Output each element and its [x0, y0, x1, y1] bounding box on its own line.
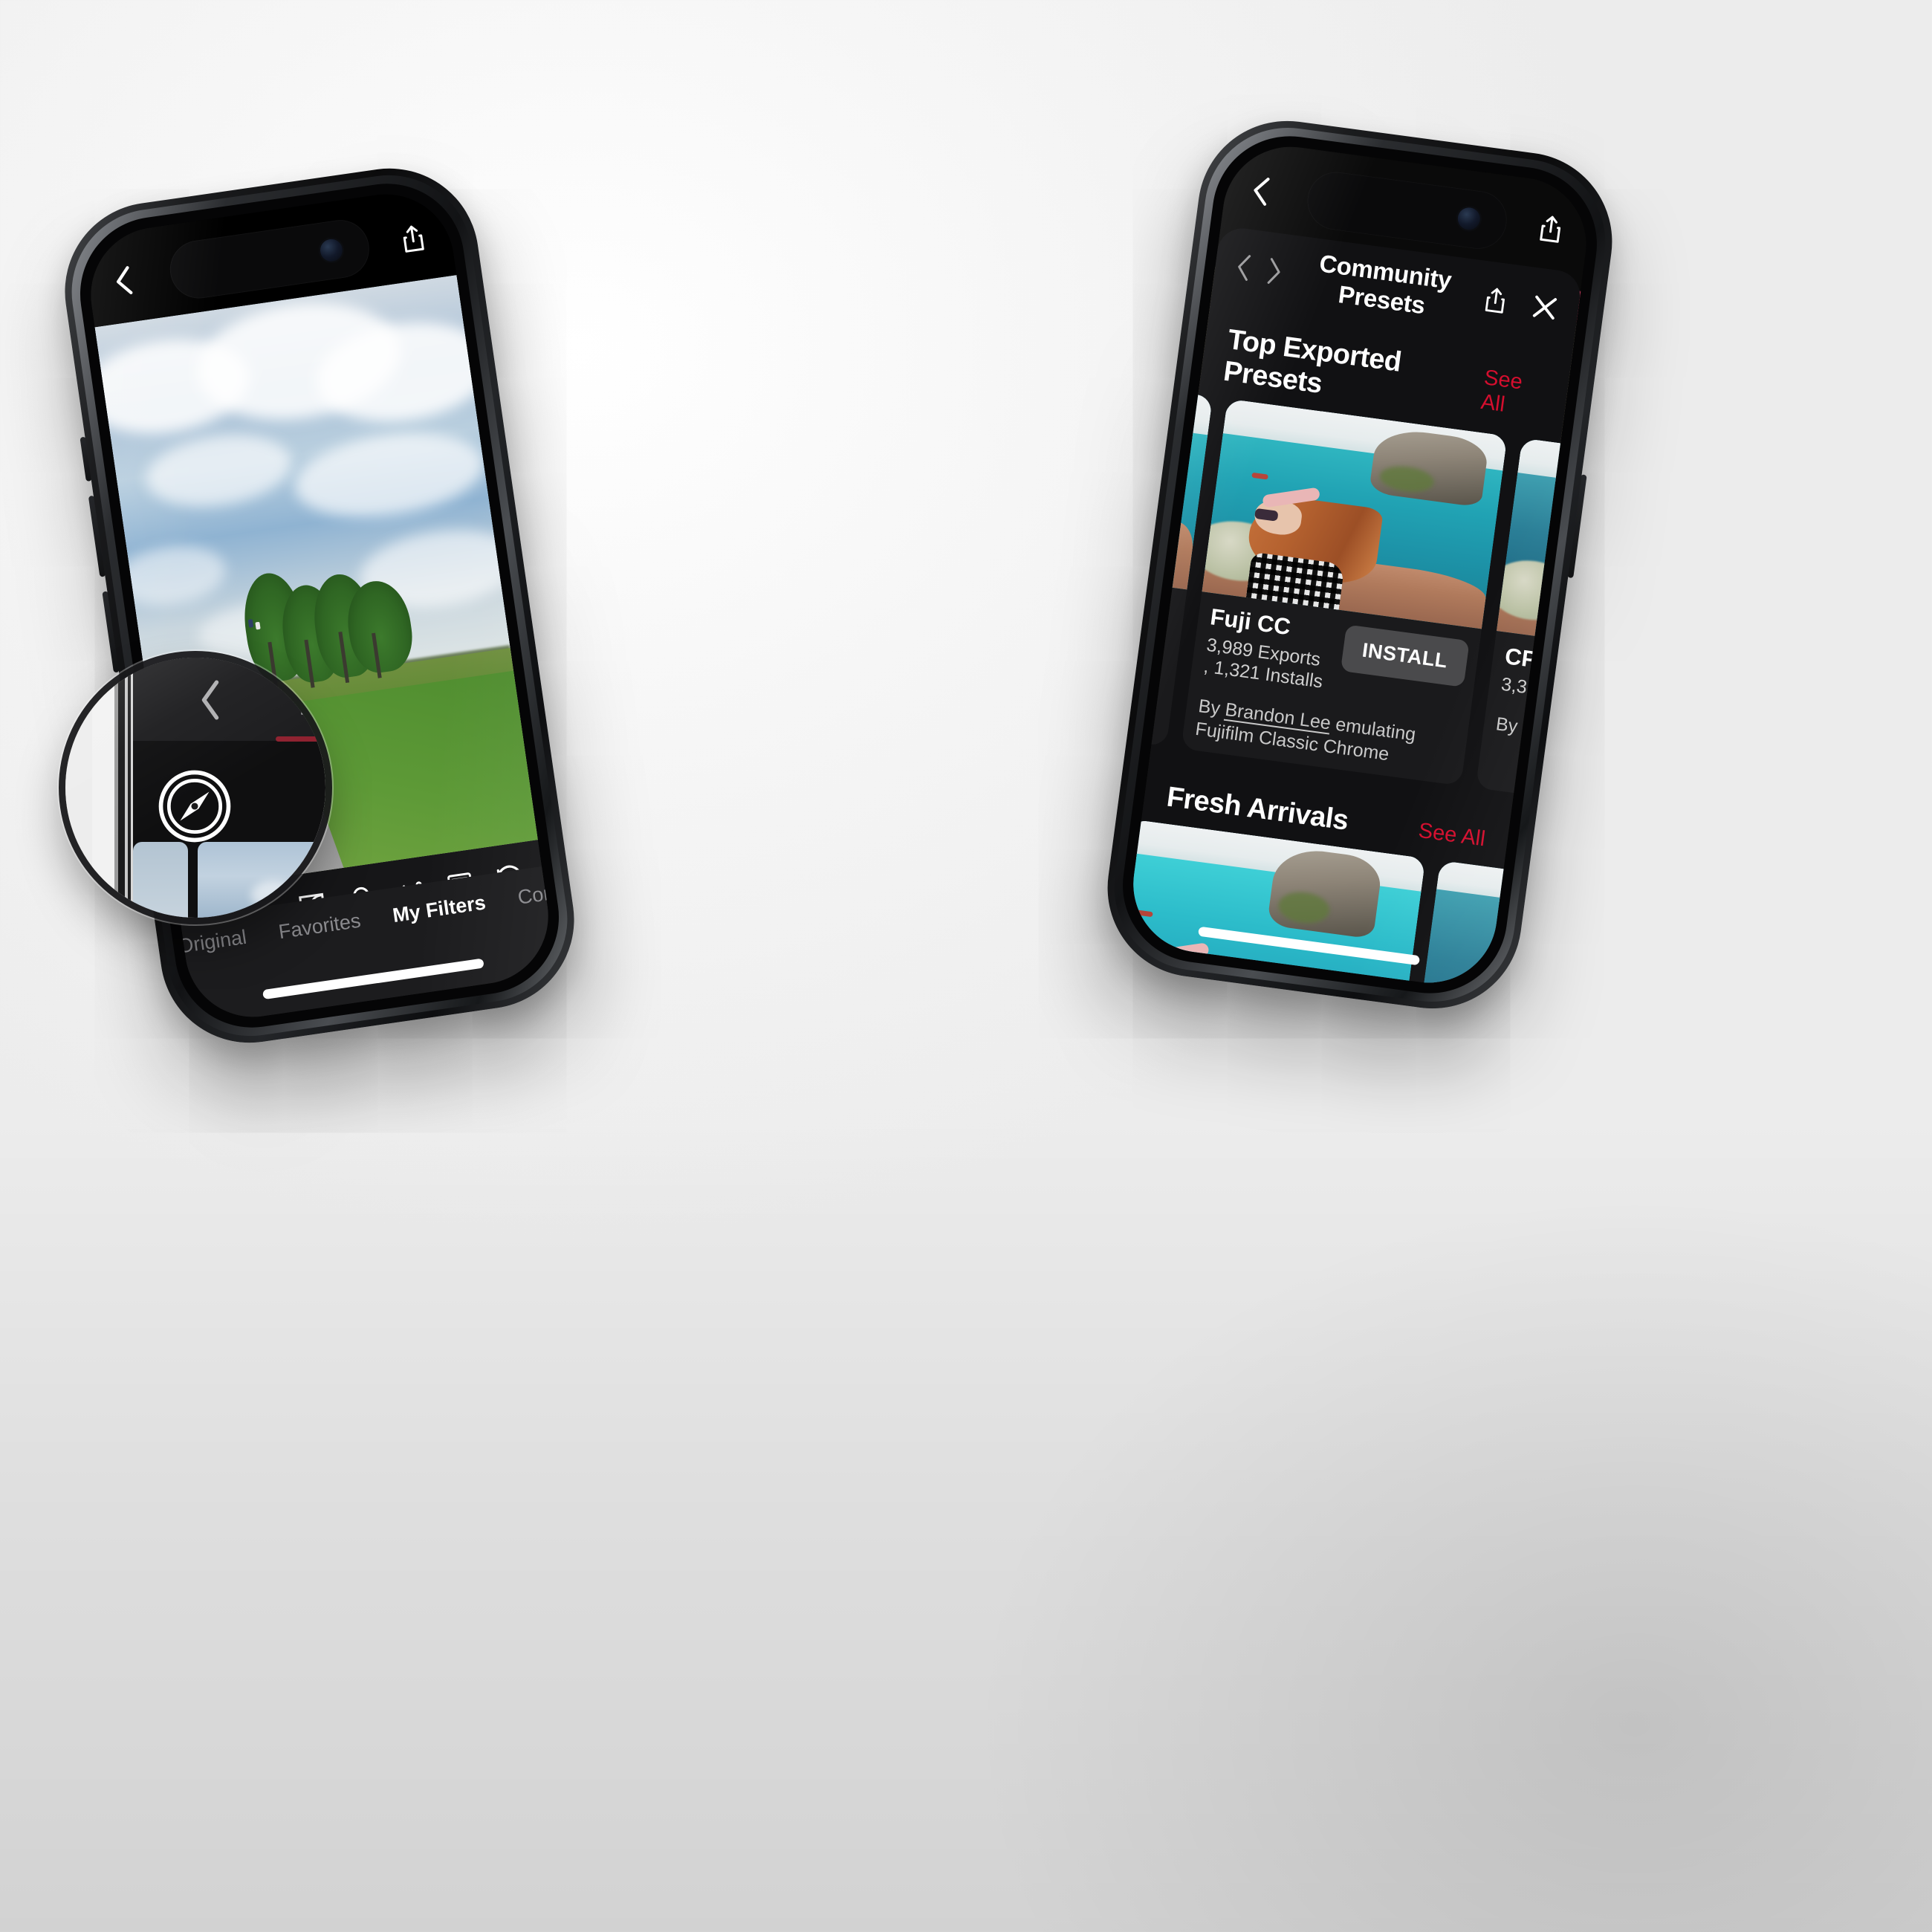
- person: [1241, 470, 1387, 615]
- back-icon[interactable]: [111, 262, 149, 299]
- see-all-link[interactable]: See All: [1479, 366, 1547, 422]
- front-camera: [317, 236, 346, 265]
- preset-card[interactable]: Fuji CC 3,989 Exports , 1,321 Installs I…: [1181, 398, 1508, 786]
- crop-icon[interactable]: [288, 674, 325, 727]
- preset-card-rail-top-exported[interactable]: LL: [1124, 387, 1595, 806]
- share-up-icon[interactable]: [1482, 285, 1509, 317]
- left-phone-device: new preset MT100: [53, 156, 586, 1055]
- prev-page-icon[interactable]: [1233, 250, 1254, 284]
- preset-preview-image: [1202, 398, 1508, 629]
- next-page-icon[interactable]: [1264, 255, 1286, 288]
- preset-photo: [1202, 398, 1508, 629]
- person: [1500, 983, 1586, 991]
- corner-vignette: [966, 1189, 1932, 1932]
- share-up-icon[interactable]: [1536, 213, 1565, 246]
- floor-shadow: [0, 1115, 1932, 1932]
- compass-icon[interactable]: [156, 768, 233, 845]
- front-camera: [1454, 204, 1483, 233]
- share-up-icon[interactable]: [398, 223, 427, 256]
- byline-prefix: By: [1197, 696, 1222, 719]
- back-icon[interactable]: [1249, 173, 1273, 208]
- loupe-slider[interactable]: [276, 736, 325, 742]
- see-all-link[interactable]: See All: [1417, 819, 1487, 852]
- install-button[interactable]: INSTALL: [1340, 624, 1470, 687]
- close-x-icon[interactable]: [1529, 292, 1561, 324]
- tab-my-filters[interactable]: My Filters: [375, 889, 504, 930]
- loupe-contents: [65, 658, 325, 918]
- right-phone-device: Community Presets Top Exported Presets S…: [1096, 110, 1624, 1020]
- zoom-loupe: [65, 658, 325, 918]
- byline-prefix: By: [1494, 713, 1520, 737]
- back-icon[interactable]: [198, 678, 223, 722]
